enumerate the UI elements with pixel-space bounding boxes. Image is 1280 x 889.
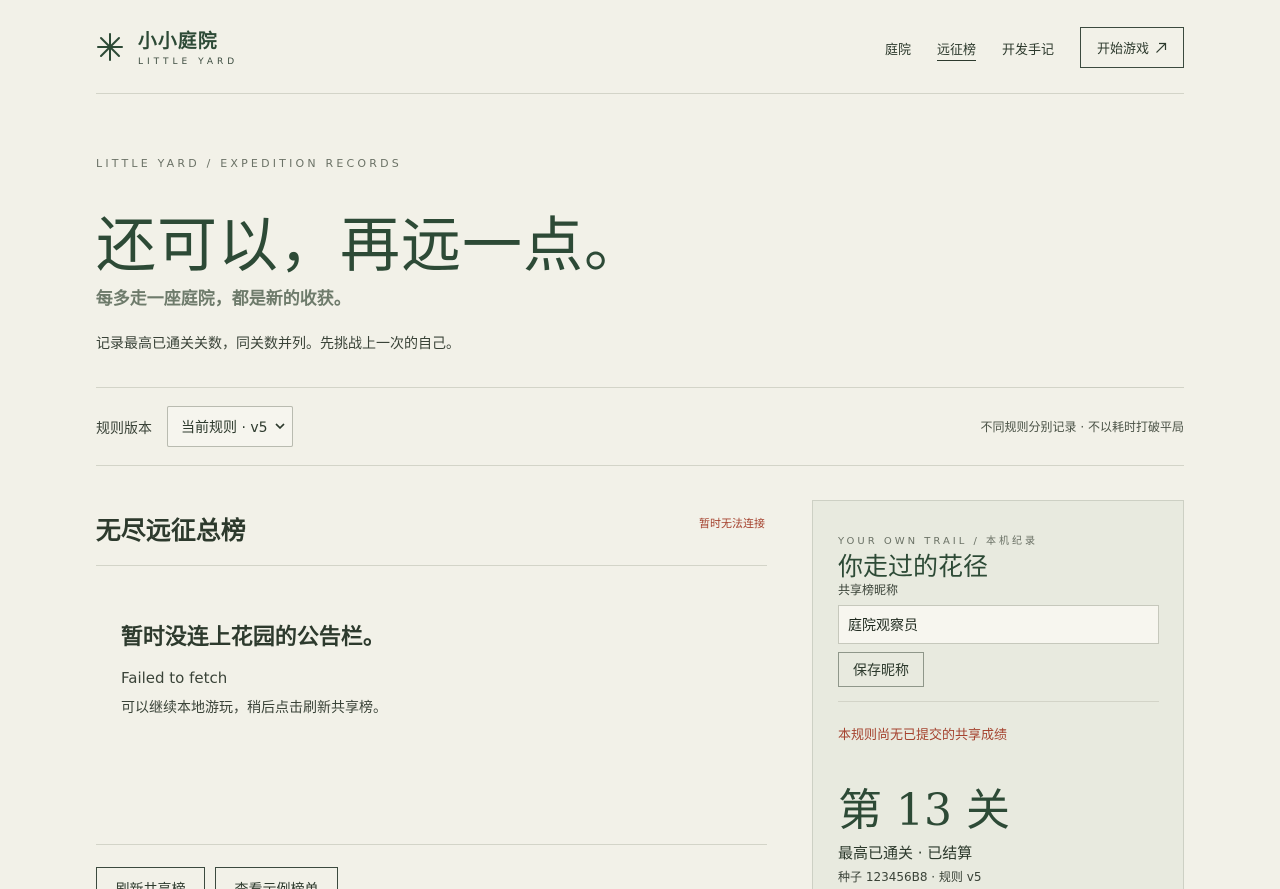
panel-title: 你走过的花径 — [838, 552, 989, 581]
hero-eyebrow: LITTLE YARD / EXPEDITION RECORDS — [96, 157, 402, 170]
divider — [96, 844, 767, 845]
nav-item-yard[interactable]: 庭院 — [885, 39, 911, 61]
hero-subtitle: 每多走一座庭院，都是新的收获。 — [96, 289, 351, 309]
rule-version-value: 当前规则 · v5 — [181, 419, 268, 436]
divider — [96, 465, 1184, 466]
rule-version-note: 不同规则分别记录 · 不以耗时打破平局 — [980, 420, 1184, 434]
divider — [96, 565, 767, 566]
nav-item-leaderboard[interactable]: 远征榜 — [936, 39, 976, 61]
arrow-up-right-icon — [1156, 42, 1167, 53]
error-message: Failed to fetch — [121, 669, 228, 687]
view-sample-leaderboard-button[interactable]: 查看示例榜单 — [215, 867, 338, 889]
nav-item-devlog[interactable]: 开发手记 — [1002, 39, 1054, 61]
chevron-down-icon — [275, 423, 285, 430]
asterisk-logo-icon — [97, 33, 123, 61]
seed-info: 种子 123456B8 · 规则 v5 — [838, 870, 982, 884]
save-nickname-button[interactable]: 保存昵称 — [838, 652, 924, 687]
refresh-leaderboard-button[interactable]: 刷新共享榜 — [96, 867, 205, 889]
brand-subtitle: LITTLE YARD — [138, 57, 239, 67]
rule-version-label: 规则版本 — [96, 421, 152, 437]
main-nav: 庭院 远征榜 开发手记 — [885, 39, 1054, 61]
nickname-input[interactable]: 庭院观察员 — [838, 605, 1159, 644]
divider — [838, 701, 1159, 702]
nickname-label: 共享榜昵称 — [838, 583, 899, 597]
leaderboard-title: 无尽远征总榜 — [96, 516, 247, 545]
page-title: 还可以，再远一点。 — [96, 211, 645, 281]
divider — [96, 387, 1184, 388]
no-submission-warning: 本规则尚无已提交的共享成绩 — [838, 728, 1008, 743]
start-game-button[interactable]: 开始游戏 — [1080, 27, 1184, 68]
brand-name[interactable]: 小小庭院 — [138, 26, 218, 53]
local-record-panel: YOUR OWN TRAIL / 本机纪录 你走过的花径 共享榜昵称 庭院观察员… — [812, 500, 1184, 889]
site-header: 小小庭院 LITTLE YARD 庭院 远征榜 开发手记 开始游戏 — [96, 0, 1184, 94]
hero-description: 记录最高已通关关数，同关数并列。先挑战上一次的自己。 — [96, 336, 460, 352]
best-level: 第 13 关 — [838, 785, 1010, 836]
connection-status: 暂时无法连接 — [699, 517, 765, 530]
start-game-label: 开始游戏 — [1096, 42, 1149, 57]
rule-version-select[interactable]: 当前规则 · v5 — [167, 406, 293, 447]
error-hint: 可以继续本地游玩，稍后点击刷新共享榜。 — [121, 700, 387, 716]
panel-eyebrow: YOUR OWN TRAIL / 本机纪录 — [838, 536, 1039, 547]
best-level-status: 最高已通关 · 已结算 — [838, 844, 973, 862]
error-title: 暂时没连上花园的公告栏。 — [121, 625, 386, 650]
